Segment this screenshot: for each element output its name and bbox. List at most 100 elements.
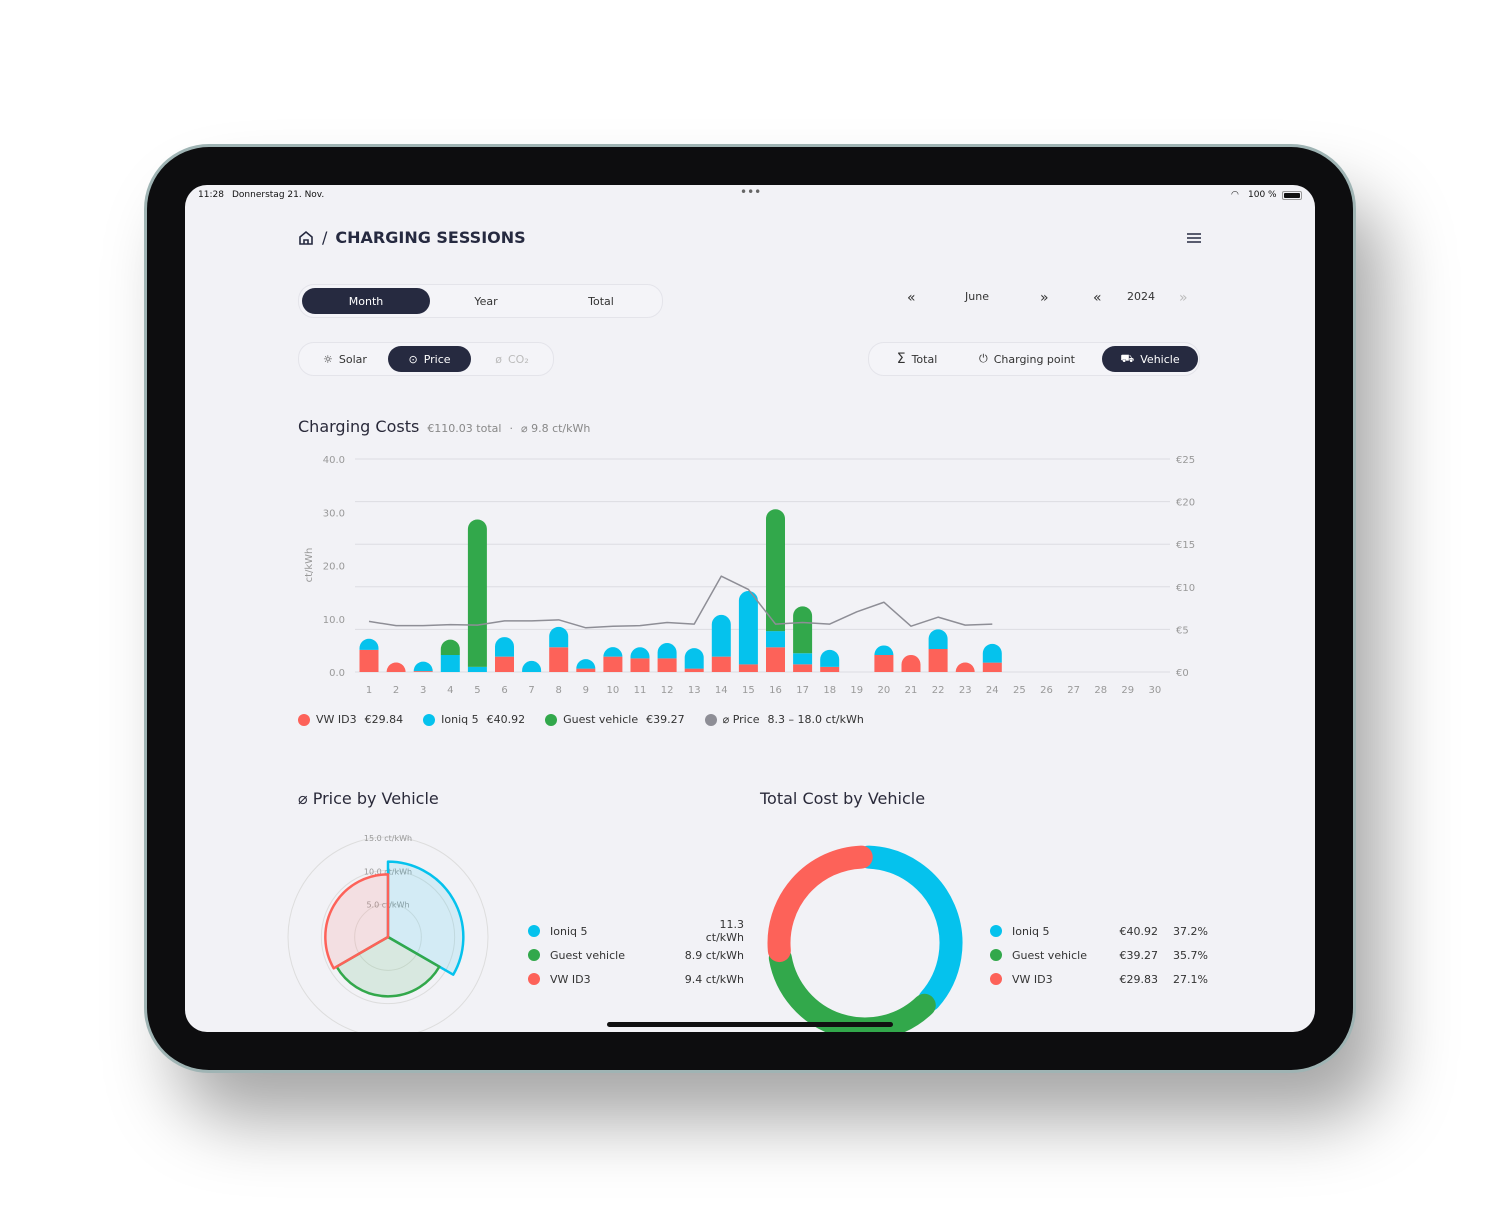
x-tick: 11 [634,685,647,695]
bar-segment-vw [495,656,514,672]
legend-item-price[interactable]: ⌀ Price 8.3 – 18.0 ct/kWh [704,713,864,726]
legend-item-ioniq[interactable]: Ioniq 5 €40.92 37.2% [990,919,1208,943]
bar-segment-vw [386,662,406,672]
y-left-tick: 40.0 [323,455,345,466]
x-tick: 24 [986,685,999,695]
tab-total[interactable]: Total [542,288,660,314]
home-icon[interactable] [298,230,314,246]
legend-item-vw[interactable]: VW ID3 €29.83 27.1% [990,967,1208,991]
bar-segment-vw [955,662,975,672]
x-tick: 18 [823,685,836,695]
home-indicator[interactable] [607,1022,893,1027]
tab-group-total[interactable]: Σ Total [875,346,959,372]
prev-month-button[interactable]: « [907,290,916,306]
legend-item-guest[interactable]: Guest vehicle €39.27 [545,713,685,726]
legend-dot [298,713,310,726]
bar-segment-ioniq [576,659,596,669]
bar-segment-vw [982,662,1002,672]
donut-slice-ioniq [857,845,963,1012]
legend-item-ioniq[interactable]: Ioniq 5 11.3 ct/kWh [528,918,744,944]
x-tick: 8 [556,685,562,695]
menu-icon[interactable] [1187,232,1201,244]
tab-month[interactable]: Month [302,288,430,314]
donut-slice-vw [767,845,873,963]
page-title: CHARGING SESSIONS [335,228,526,247]
next-month-button[interactable]: » [1040,290,1049,306]
legend-dot [990,949,1002,961]
tab-price[interactable]: ⊙ Price [388,346,471,372]
price-line [368,575,993,629]
bar-segment-guest [440,639,460,655]
bar-segment-ioniq [603,647,623,657]
bar-segment-vw [549,647,569,672]
legend-value: €40.92 [486,713,526,726]
y-right-tick: €0 [1176,668,1189,679]
x-tick: 29 [1121,685,1134,695]
multitask-dots-icon[interactable]: ••• [740,185,761,199]
legend-value: 11.3 ct/kWh [705,918,744,944]
x-tick: 2 [393,685,399,695]
year-label: 2024 [1127,290,1155,303]
y-left-tick: 30.0 [323,508,345,519]
legend-name: Ioniq 5 [550,924,588,938]
legend-percent: 37.2% [1173,924,1208,938]
tab-label: Year [474,294,498,308]
y-right-tick: €5 [1176,625,1189,636]
coins-icon: ⊙ [408,352,418,366]
y-right-tick: €20 [1176,498,1195,509]
bar-segment-vw [793,664,813,672]
x-tick: 13 [688,685,701,695]
bar-segment-vw [874,654,894,672]
metric-tabs: ☼ Solar ⊙ Price ø CO₂ [298,342,554,376]
prev-year-button[interactable]: « [1093,290,1102,306]
bar-segment-vw [359,649,379,672]
x-tick: 14 [715,685,728,695]
bar-segment-ioniq [793,653,813,665]
x-tick: 4 [447,685,453,695]
group-tabs: Σ Total ⏻ Charging point ⛟ Vehicle [868,342,1200,376]
legend-item-vw[interactable]: VW ID3 9.4 ct/kWh [528,967,744,991]
bar-segment-ioniq [820,649,840,667]
x-tick: 3 [420,685,426,695]
breadcrumb: / CHARGING SESSIONS [298,228,526,247]
bar-segment-vw [603,656,623,672]
tab-label: Vehicle [1140,352,1180,366]
x-tick: 26 [1040,685,1053,695]
legend-name: Ioniq 5 [1012,924,1050,938]
x-tick: 5 [474,685,480,695]
tab-co2[interactable]: ø CO₂ [477,346,547,372]
tab-charging-point[interactable]: ⏻ Charging point [961,346,1093,372]
legend-item-guest[interactable]: Guest vehicle €39.27 35.7% [990,943,1208,967]
legend-item-guest[interactable]: Guest vehicle 8.9 ct/kWh [528,943,744,967]
cost-donut-chart [767,845,963,1032]
polar-ring-label: 15.0 ct/kWh [364,835,412,843]
legend-dot [545,713,558,726]
x-tick: 22 [932,685,945,695]
legend-percent: 27.1% [1173,972,1208,986]
bar-segment-ioniq [495,637,514,657]
next-year-button[interactable]: » [1179,290,1188,306]
tab-year[interactable]: Year [430,288,542,314]
x-tick: 23 [959,685,972,695]
legend-value: 8.3 – 18.0 ct/kWh [767,713,864,726]
legend-percent: 35.7% [1173,948,1208,962]
bar-segment-vw [928,648,948,672]
x-tick: 28 [1094,685,1107,695]
tab-solar[interactable]: ☼ Solar [305,346,385,372]
legend-item-vw[interactable]: VW ID3 €29.84 [298,713,403,726]
tab-vehicle[interactable]: ⛟ Vehicle [1102,346,1198,372]
bar-segment-vw [901,654,921,672]
legend-name: Guest vehicle [1012,948,1087,962]
battery-icon [1282,191,1302,200]
charging-costs-chart: €0 €5 €10 €15 €20 €25 0.0 10.0 20.0 30.0 40.0 ct/kW… [304,455,1195,695]
tab-label: Charging point [993,352,1075,366]
bar-segment-ioniq [928,629,948,649]
legend-item-ioniq[interactable]: Ioniq 5 €40.92 [423,713,525,726]
bar-segment-guest [766,509,785,632]
x-tick: 12 [661,685,674,695]
legend-dot [990,925,1002,937]
legend-name: ⌀ Price [722,713,760,726]
month-label: June [965,290,989,303]
legend-dot [528,949,540,961]
legend-dot [528,925,540,937]
